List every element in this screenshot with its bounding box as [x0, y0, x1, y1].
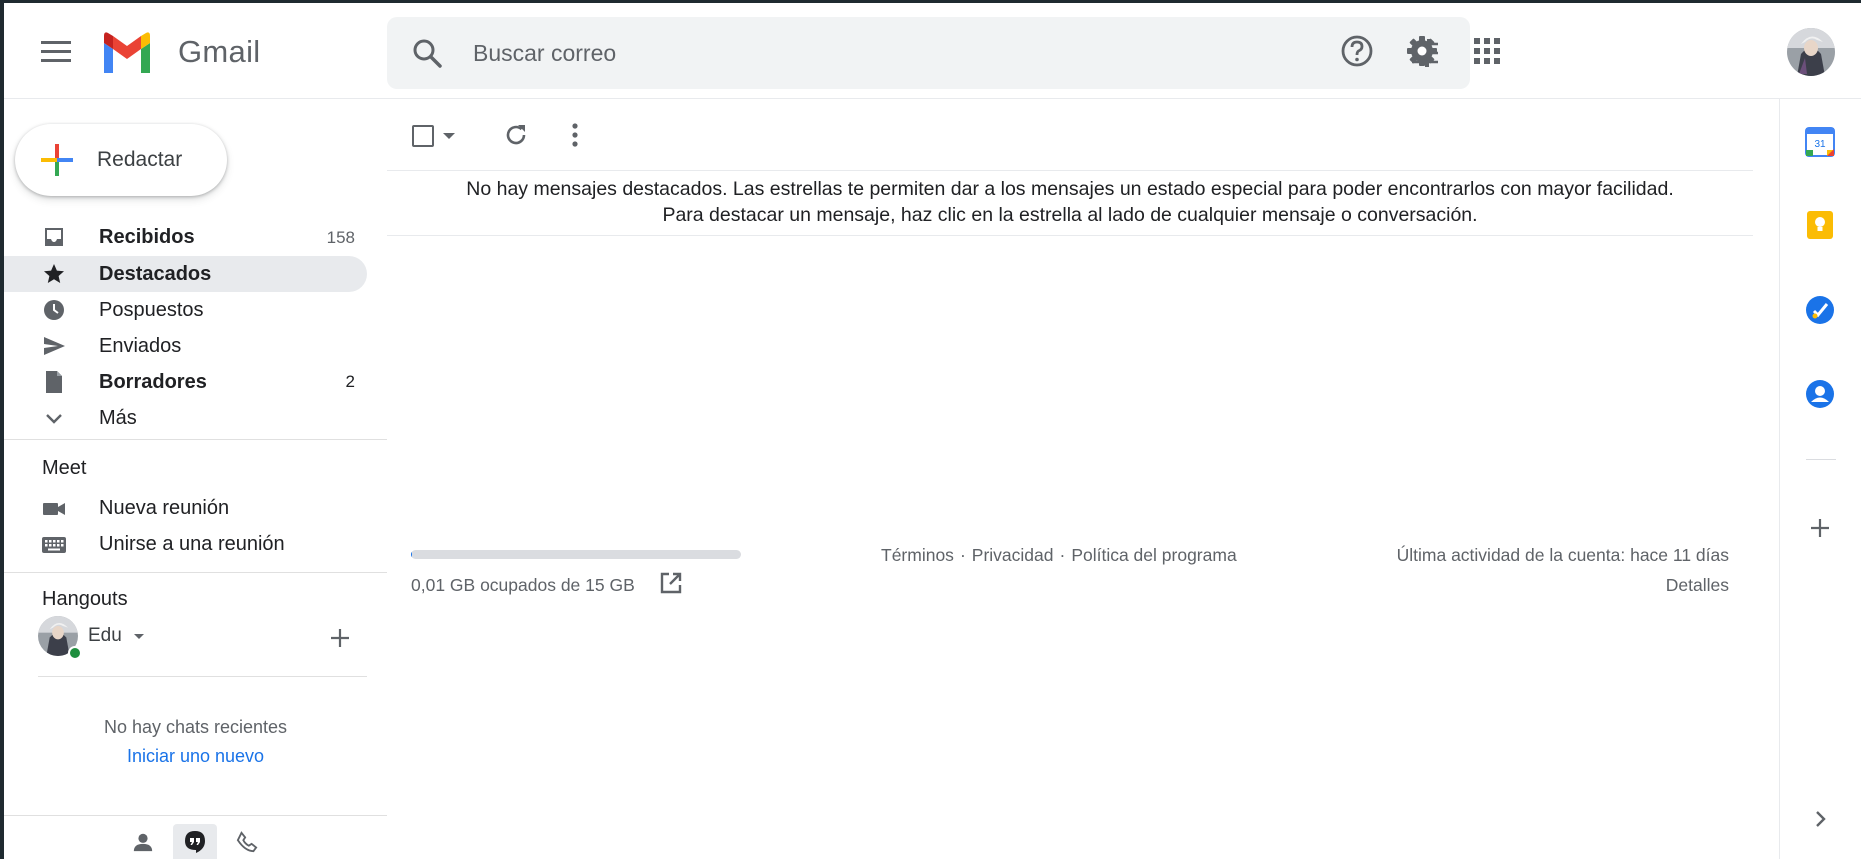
details-link[interactable]: Detalles [1666, 575, 1729, 596]
hangouts-user[interactable]: Edu [38, 616, 358, 662]
main-menu-button[interactable] [32, 28, 80, 76]
sidebar-item-label: Destacados [99, 262, 212, 285]
meet-section-title: Meet [42, 457, 87, 479]
google-keep-icon[interactable] [1800, 205, 1840, 245]
footer-separator: · [1059, 545, 1066, 565]
gmail-m-icon [104, 32, 150, 73]
calendar-day-number: 31 [1814, 139, 1826, 150]
empty-message-line-2: Para destacar un mensaje, haz clic en la… [662, 204, 1478, 226]
google-contacts-icon[interactable] [1800, 374, 1840, 414]
account-avatar[interactable] [1787, 28, 1835, 76]
search-bar [387, 17, 1470, 89]
page-footer: 0,01 GB ocupados de 15 GB Términos · Priva… [387, 540, 1753, 610]
hamburger-icon [41, 41, 71, 62]
select-options-caret-icon[interactable] [443, 133, 455, 139]
search-input[interactable] [473, 35, 1373, 71]
google-tasks-icon[interactable] [1800, 290, 1840, 330]
more-options-icon[interactable] [561, 121, 589, 149]
get-addons-plus-icon[interactable] [1800, 508, 1840, 548]
sidebar-item-drafts[interactable]: Borradores 2 [4, 364, 367, 400]
chevron-right-icon[interactable] [1800, 799, 1840, 839]
side-panel: 31 [1779, 99, 1861, 859]
phone-tab[interactable] [225, 824, 269, 859]
storage-usage-text: 0,01 GB ocupados de 15 GB [411, 575, 635, 595]
footer-links: Términos · Privacidad · Política del program… [881, 545, 1237, 566]
footer-separator: · [959, 545, 966, 565]
join-meeting-label: Unirse a una reunión [99, 533, 285, 555]
sidebar-item-label: Enviados [99, 334, 182, 357]
divider [4, 572, 387, 573]
new-meeting-label: Nueva reunión [99, 497, 230, 519]
empty-starred-message: No hay mensajes destacados. Las estrella… [387, 176, 1753, 228]
chevron-down-icon [46, 414, 62, 424]
contacts-tab[interactable] [121, 824, 165, 859]
clock-icon [44, 300, 64, 320]
divider [4, 439, 387, 440]
sidebar-item-label: Más [99, 406, 137, 429]
open-external-icon[interactable] [659, 571, 683, 595]
person-icon [133, 833, 153, 852]
privacy-link[interactable]: Privacidad [972, 545, 1054, 565]
program-policy-link[interactable]: Política del programa [1071, 545, 1236, 565]
compose-button[interactable]: Redactar [15, 124, 227, 196]
hangouts-quote-icon [185, 831, 205, 853]
online-status-icon [68, 646, 82, 660]
google-apps-icon[interactable] [1467, 31, 1507, 71]
search-icon[interactable] [411, 37, 443, 74]
sidebar-item-sent[interactable]: Enviados [4, 328, 367, 364]
new-meeting-item[interactable]: Nueva reunión [4, 491, 367, 527]
conversations-tab[interactable] [173, 824, 217, 859]
sidebar-item-label: Pospuestos [99, 298, 204, 321]
hangouts-bottom-tabs [4, 815, 387, 859]
top-header: Gmail [4, 3, 1861, 99]
star-icon [44, 264, 64, 283]
send-icon [44, 337, 65, 355]
phone-icon [236, 831, 258, 853]
empty-message-line-1: No hay mensajes destacados. Las estrella… [466, 178, 1674, 200]
draft-icon [46, 371, 62, 393]
keyboard-icon [42, 537, 66, 553]
storage-bar [411, 550, 741, 559]
google-calendar-icon[interactable]: 31 [1800, 122, 1840, 162]
settings-gear-icon[interactable] [1402, 31, 1442, 71]
gmail-logo[interactable]: Gmail [100, 31, 260, 73]
caret-down-icon[interactable] [134, 634, 144, 639]
video-camera-icon [43, 503, 65, 515]
no-chats-text: No hay chats recientes [103, 717, 288, 737]
inbox-icon [45, 228, 63, 246]
mail-toolbar [387, 99, 1753, 171]
unread-count: 158 [326, 227, 355, 247]
draft-count: 2 [345, 372, 355, 391]
divider [38, 676, 367, 677]
app-name: Gmail [178, 34, 261, 69]
sidebar-item-starred[interactable]: Destacados [4, 256, 367, 292]
divider [387, 235, 1753, 236]
divider [1806, 459, 1836, 460]
sidebar-item-more[interactable]: Más [4, 400, 367, 436]
compose-label: Redactar [97, 148, 183, 171]
hangouts-user-name: Edu [88, 625, 122, 646]
left-sidebar: Redactar Recibidos 158 Destacados Pospue… [4, 99, 387, 859]
sidebar-item-inbox[interactable]: Recibidos 158 [4, 219, 367, 256]
terms-link[interactable]: Términos [881, 545, 954, 565]
hangouts-section-title: Hangouts [42, 588, 128, 610]
add-chat-icon[interactable] [328, 626, 352, 650]
compose-plus-icon [41, 144, 73, 176]
select-all-checkbox[interactable] [412, 125, 434, 147]
mail-folders: Recibidos 158 Destacados Pospuestos Envi… [4, 219, 367, 436]
sidebar-item-snoozed[interactable]: Pospuestos [4, 292, 367, 328]
sidebar-item-label: Recibidos [99, 226, 195, 248]
join-meeting-item[interactable]: Unirse a una reunión [4, 527, 367, 563]
last-account-activity: Última actividad de la cuenta: hace 11 d… [1396, 545, 1729, 565]
start-new-chat-link[interactable]: Iniciar uno nuevo [4, 746, 387, 767]
refresh-icon[interactable] [502, 121, 530, 149]
sidebar-item-label: Borradores [99, 370, 207, 393]
help-icon[interactable] [1337, 31, 1377, 71]
